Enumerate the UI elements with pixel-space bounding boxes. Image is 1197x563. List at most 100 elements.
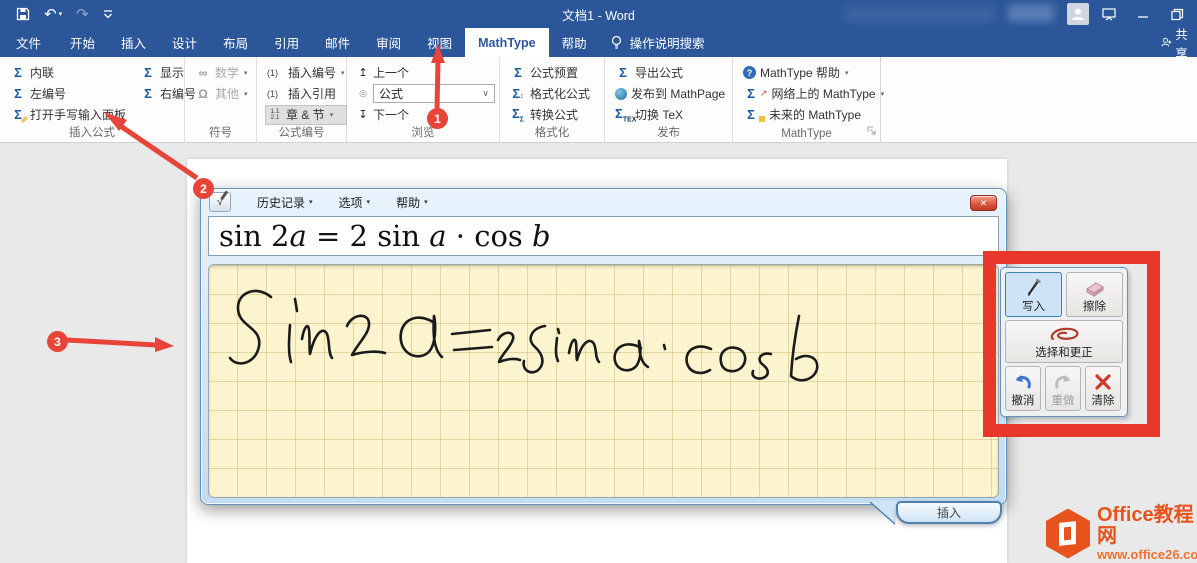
menu-options[interactable]: 选项▾ bbox=[339, 194, 371, 211]
save-icon[interactable] bbox=[16, 7, 30, 21]
sigma-icon: Σ bbox=[140, 86, 156, 101]
sigma-future-icon: Σ bbox=[743, 107, 759, 122]
write-button[interactable]: 写入 bbox=[1005, 272, 1062, 317]
avatar[interactable] bbox=[1067, 3, 1089, 25]
btn-mathtype-help[interactable]: ?MathType 帮助▾ bbox=[741, 63, 886, 83]
site-watermark: Office教程网 www.office26.com bbox=[1046, 505, 1197, 562]
share-label: 共享 bbox=[1175, 28, 1197, 57]
btn-next[interactable]: ↧下一个 bbox=[355, 105, 497, 125]
dropdown-icon: ▾ bbox=[309, 198, 313, 206]
annotation-circle-1: 1 bbox=[427, 108, 448, 129]
label: 下一个 bbox=[373, 106, 409, 123]
btn-future-mathtype[interactable]: Σ未来的 MathType bbox=[741, 105, 886, 125]
ribbon-display-options-icon[interactable] bbox=[1095, 3, 1123, 25]
label: 写入 bbox=[1022, 298, 1045, 314]
label: 帮助 bbox=[396, 194, 420, 211]
btn-toggle-tex[interactable]: ΣTEX切换 TeX bbox=[613, 105, 727, 125]
close-icon[interactable]: ✕ bbox=[970, 195, 997, 211]
btn-open-handwriting-panel[interactable]: Σ打开手写输入面板 bbox=[8, 105, 128, 125]
btn-inline[interactable]: Σ 内联 bbox=[8, 63, 128, 83]
tab-file[interactable]: 文件 bbox=[0, 28, 57, 57]
minimize-icon[interactable] bbox=[1129, 3, 1157, 25]
btn-mathtype-on-web[interactable]: Σ↗网络上的 MathType▾ bbox=[741, 84, 886, 104]
group-mathtype: ?MathType 帮助▾ Σ↗网络上的 MathType▾ Σ未来的 Math… bbox=[733, 57, 881, 142]
undo-button[interactable]: ↶▾ bbox=[44, 5, 62, 23]
btn-convert-equations[interactable]: ΣΣ转换公式 bbox=[508, 105, 598, 125]
eraser-icon bbox=[1083, 279, 1107, 297]
label: 切换 TeX bbox=[635, 106, 683, 123]
recognized-equation: sin 2a = 2 sin a · cos b bbox=[208, 216, 999, 256]
share-person-icon bbox=[1161, 36, 1172, 49]
title-bar: ↶▾ ↷ 文档1 - Word bbox=[0, 0, 1197, 28]
btn-previous[interactable]: ↥上一个 bbox=[355, 63, 497, 83]
eq-part: · cos bbox=[447, 219, 532, 253]
tab-insert[interactable]: 插入 bbox=[108, 28, 159, 57]
sigma-web-icon: Σ bbox=[743, 86, 759, 101]
label: 插入编号 bbox=[288, 64, 336, 81]
label: 重做 bbox=[1052, 392, 1075, 408]
sigma-icon: Σ bbox=[10, 65, 26, 80]
tab-mathtype[interactable]: MathType bbox=[465, 28, 548, 57]
btn-publish-mathpage[interactable]: 发布到 MathPage bbox=[613, 84, 727, 104]
label: 公式预置 bbox=[530, 64, 578, 81]
tab-mailings[interactable]: 邮件 bbox=[312, 28, 363, 57]
pen-icon bbox=[1024, 277, 1044, 297]
insert-button-notch bbox=[870, 501, 896, 524]
dropdown-icon: ▾ bbox=[330, 111, 334, 119]
dropdown-icon: ▾ bbox=[59, 10, 63, 18]
arrow-ne-icon: ↗ bbox=[760, 88, 768, 99]
sigma-export-icon: Σ bbox=[615, 65, 631, 80]
restore-icon[interactable] bbox=[1163, 3, 1191, 25]
select-and-correct-button[interactable]: 选择和更正 bbox=[1005, 320, 1123, 363]
label: 章 & 节 bbox=[286, 106, 325, 123]
ribbon: Σ内联 Σ左编号 Σ打开手写输入面板 Σ显示 Σ右编号 插入公式 ∞数学▾ Ω其… bbox=[0, 57, 1197, 143]
btn-equation-preferences[interactable]: Σ 公式预置 bbox=[508, 63, 598, 83]
dropdown-icon: ▾ bbox=[424, 198, 428, 206]
clear-button[interactable]: 清除 bbox=[1085, 366, 1121, 411]
undo-button-panel[interactable]: 撤消 bbox=[1005, 366, 1041, 411]
site-url: www.office26.com bbox=[1097, 547, 1197, 562]
qat-customize-button[interactable] bbox=[103, 10, 113, 19]
redo-button[interactable]: ↷ bbox=[76, 5, 89, 23]
btn-math-symbols[interactable]: ∞数学▾ bbox=[193, 63, 250, 83]
tell-me-search[interactable]: 操作说明搜索 bbox=[600, 28, 715, 57]
label: 内联 bbox=[30, 64, 54, 81]
dropdown-icon: ▾ bbox=[244, 69, 248, 77]
sigma-preset-icon: Σ bbox=[510, 65, 526, 80]
tab-home[interactable]: 开始 bbox=[57, 28, 108, 57]
menu-help[interactable]: 帮助 ▾ bbox=[396, 194, 428, 211]
blurred-area bbox=[845, 6, 995, 22]
btn-other-symbols[interactable]: Ω其他▾ bbox=[193, 84, 250, 104]
clear-x-icon bbox=[1094, 373, 1112, 391]
tab-design[interactable]: 设计 bbox=[159, 28, 210, 57]
tab-review[interactable]: 审阅 bbox=[363, 28, 414, 57]
btn-insert-reference[interactable]: (1)插入引用 bbox=[265, 84, 347, 104]
group-insert-formula: Σ内联 Σ左编号 Σ打开手写输入面板 Σ显示 Σ右编号 插入公式 bbox=[0, 57, 185, 142]
tab-help[interactable]: 帮助 bbox=[549, 28, 600, 57]
group-label: 公式编号 bbox=[257, 124, 346, 140]
tab-references[interactable]: 引用 bbox=[261, 28, 312, 57]
btn-left-number[interactable]: Σ左编号 bbox=[8, 84, 128, 104]
btn-export-equations[interactable]: Σ导出公式 bbox=[613, 63, 727, 83]
eq-var: b bbox=[532, 219, 551, 253]
handwriting-canvas[interactable] bbox=[208, 264, 999, 498]
group-label: MathType bbox=[733, 128, 880, 140]
menu-history[interactable]: 历史记录▾ bbox=[257, 194, 313, 211]
up-arrow-icon: ↥ bbox=[357, 66, 369, 79]
btn-insert-number[interactable]: (1)插入编号▾ bbox=[265, 63, 347, 83]
dialog-launcher-icon[interactable] bbox=[867, 125, 877, 139]
dropdown-icon: ▾ bbox=[341, 69, 345, 77]
btn-chapter-section[interactable]: 1.12.1章 & 节▾ bbox=[265, 105, 347, 125]
equation-type-combobox[interactable]: 公式∨ bbox=[373, 84, 495, 103]
insert-button[interactable]: 插入 bbox=[896, 501, 1002, 524]
dropdown-icon: ▾ bbox=[244, 90, 248, 98]
group-publish: Σ导出公式 发布到 MathPage ΣTEX切换 TeX 发布 bbox=[605, 57, 733, 142]
label: 左编号 bbox=[30, 85, 66, 102]
share-button[interactable]: 共享 bbox=[1161, 28, 1197, 57]
label: 发布到 MathPage bbox=[631, 85, 725, 102]
erase-button[interactable]: 擦除 bbox=[1066, 272, 1123, 317]
tab-view[interactable]: 视图 bbox=[414, 28, 465, 57]
redo-button-panel[interactable]: 重做 bbox=[1045, 366, 1081, 411]
btn-format-equations[interactable]: Σ↕格式化公式 bbox=[508, 84, 598, 104]
tab-layout[interactable]: 布局 bbox=[210, 28, 261, 57]
